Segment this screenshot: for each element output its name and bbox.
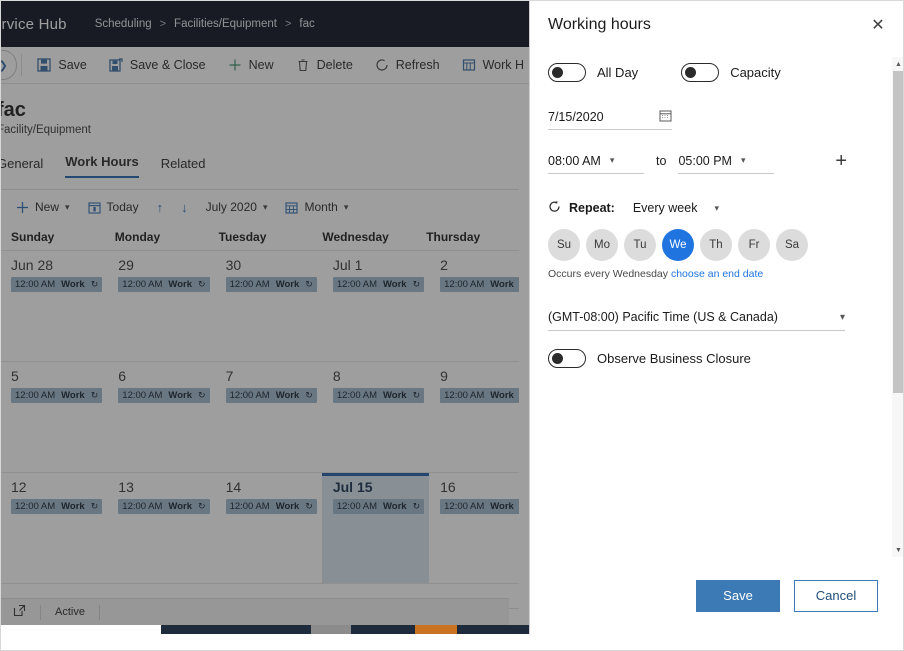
chevron-down-icon: ▾ [740, 155, 746, 165]
weekday-pill-fr[interactable]: Fr [738, 229, 770, 261]
taskbar-seg-orange [415, 625, 457, 634]
weekday-pill-mo[interactable]: Mo [586, 229, 618, 261]
all-day-label: All Day [597, 65, 639, 80]
toggles-row: All Day Capacity [548, 63, 849, 82]
modal-dim-overlay [1, 1, 529, 634]
working-hours-panel: Working hours ✕ All Day Capacity 7/15/20… [529, 1, 903, 634]
panel-footer: Save Cancel [530, 557, 903, 634]
panel-title: Working hours [548, 16, 651, 33]
weekday-pill-we[interactable]: We [662, 229, 694, 261]
repeat-row: Repeat: Every week ▾ [548, 200, 849, 216]
add-time-range-button[interactable]: + [835, 151, 849, 171]
chevron-down-icon: ▾ [839, 311, 845, 323]
repeat-label: Repeat: [569, 201, 615, 215]
scroll-down-arrow-icon[interactable]: ▼ [892, 543, 903, 557]
observe-business-closure-label: Observe Business Closure [597, 351, 751, 366]
all-day-toggle[interactable] [548, 63, 586, 82]
weekday-pill-tu[interactable]: Tu [624, 229, 656, 261]
choose-end-date-link[interactable]: choose an end date [671, 268, 763, 280]
repeat-value[interactable]: Every week [633, 201, 698, 215]
scrollbar-track[interactable] [892, 71, 903, 543]
save-button[interactable]: Save [696, 579, 780, 612]
start-time-field[interactable]: 08:00 AM ▾ [548, 148, 644, 174]
recurrence-icon [548, 200, 561, 216]
cancel-button[interactable]: Cancel [794, 579, 878, 612]
weekday-pills: Su Mo Tu We Th Fr Sa [548, 229, 849, 261]
taskbar-seg-gray [311, 625, 351, 634]
panel-body: All Day Capacity 7/15/2020 08:00 AM ▾ to… [530, 49, 903, 557]
timezone-value: (GMT-08:00) Pacific Time (US & Canada) [548, 310, 778, 324]
calendar-icon[interactable] [659, 109, 672, 125]
observe-closure-row: Observe Business Closure [548, 349, 849, 368]
start-time-value: 08:00 AM [548, 153, 601, 168]
occurs-text: Occurs every Wednesday [548, 268, 669, 280]
weekday-pill-su[interactable]: Su [548, 229, 580, 261]
chevron-down-icon[interactable]: ▾ [714, 203, 719, 214]
weekday-pill-sa[interactable]: Sa [776, 229, 808, 261]
panel-header: Working hours ✕ [530, 1, 903, 49]
capacity-label: Capacity [730, 65, 781, 80]
time-range-row: 08:00 AM ▾ to 05:00 PM ▾ + [548, 148, 849, 174]
screenshot-root: ervice Hub Scheduling > Facilities/Equip… [0, 0, 904, 651]
scroll-up-arrow-icon[interactable]: ▲ [892, 57, 903, 71]
observe-business-closure-toggle[interactable] [548, 349, 586, 368]
capacity-toggle[interactable] [681, 63, 720, 82]
occurrence-summary: Occurs every Wednesday choose an end dat… [548, 268, 849, 280]
close-icon[interactable]: ✕ [865, 12, 891, 38]
date-value: 7/15/2020 [548, 109, 604, 124]
to-label: to [656, 154, 667, 168]
scrollbar-thumb[interactable] [893, 71, 903, 393]
date-field[interactable]: 7/15/2020 [548, 104, 672, 130]
taskbar-seg-left [1, 625, 161, 634]
weekday-pill-th[interactable]: Th [700, 229, 732, 261]
end-time-field[interactable]: 05:00 PM ▾ [678, 148, 775, 174]
panel-scrollbar[interactable]: ▲ ▼ [892, 57, 903, 557]
timezone-field[interactable]: (GMT-08:00) Pacific Time (US & Canada) ▾ [548, 304, 845, 331]
chevron-down-icon: ▾ [609, 155, 615, 165]
end-time-value: 05:00 PM [678, 153, 732, 168]
